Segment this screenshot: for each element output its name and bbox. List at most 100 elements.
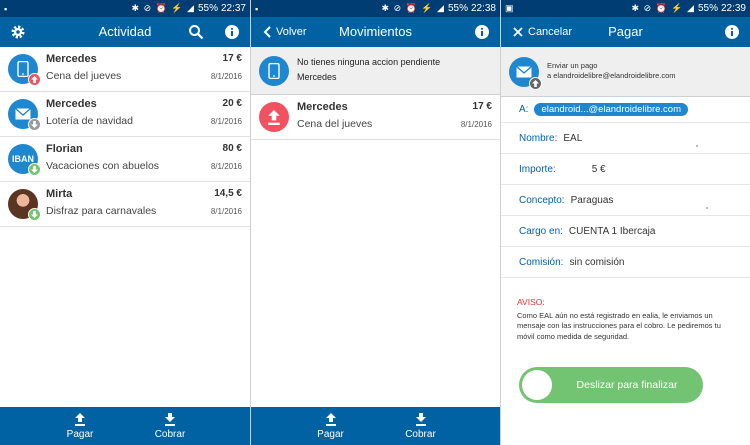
concept: Disfraz para carnavales [46,205,157,217]
notice-title: AVISO: [517,297,545,307]
upload-badge-icon [529,77,542,90]
page-title: Pagar [608,24,643,39]
list-item[interactable]: Mercedes Cena del jueves 17 € 8/1/2016 [0,47,250,92]
app-bar: Cancelar Pagar [501,17,750,47]
concept-field[interactable]: Concepto: Paraguas [501,185,750,216]
app-bar: Volver Movimientos [251,17,500,47]
concept-label: Concepto: [519,194,565,206]
name-value: EAL [563,132,583,144]
date: 8/1/2016 [210,72,242,81]
battery-level: 55% [197,3,218,14]
amount-label: Importe: [519,163,556,175]
amount: 17 € [472,101,492,112]
fee-label: Comisión: [519,256,564,268]
amount: 20 € [222,98,242,109]
concept: Cena del jueves [46,70,122,82]
notification-icon: ▪ [255,3,259,14]
date: 8/1/2016 [210,117,242,126]
concept: Vacaciones con abuelos [46,160,160,172]
status-bar: ▪ ✱ ⊘ ⏰ ⚡ ◢ 55% 22:37 [0,0,250,17]
list-item[interactable]: IBAN Florian Vacaciones con abuelos 80 €… [0,137,250,182]
search-icon[interactable] [188,24,204,40]
contact-name: Mercedes [297,101,348,113]
recipient-chip[interactable]: elandroid...@elandroidelibre.com [534,103,689,116]
pending-contact: Mercedes [297,72,337,82]
collect-button[interactable]: Cobrar [150,407,190,445]
amount: 14,5 € [214,188,242,199]
amount: 17 € [222,53,242,64]
list-item[interactable]: Mirta Disfraz para carnavales 14,5 € 8/1… [0,182,250,227]
date: 8/1/2016 [460,120,492,129]
amount: 80 € [222,143,242,154]
status-icons: ✱ ⊘ ⏰ ⚡ ◢ [381,3,445,13]
payment-recipient: a elandroidelibre@elandroidelibre.com [547,71,676,80]
collect-button[interactable]: Cobrar [401,407,441,445]
download-badge-icon [28,208,41,221]
status-icons: ✱ ⊘ ⏰ ⚡ ◢ [631,3,695,13]
name-field[interactable]: Nombre: EAL [501,123,750,154]
clock: 22:38 [470,3,496,14]
concept-value: Paraguas [570,194,614,206]
notification-icon: ▪ [4,3,8,14]
field-divider [706,207,708,209]
slider-label: Deslizar para finalizar [576,379,678,391]
pay-button[interactable]: Pagar [60,407,100,445]
pay-button[interactable]: Pagar [311,407,351,445]
contact-name: Mercedes [46,98,97,110]
amount-value: 5 € [591,163,606,175]
charge-label: Cargo en: [519,225,563,237]
page-title: Movimientos [339,24,412,39]
info-icon[interactable] [474,24,490,40]
app-bar: Actividad [0,17,250,47]
swipe-to-finish-slider[interactable]: Deslizar para finalizar [519,367,703,403]
upload-badge-icon [28,73,41,86]
info-icon[interactable] [724,24,740,40]
download-badge-icon [28,118,41,131]
list-item[interactable]: Mercedes Lotería de navidad 20 € 8/1/201… [0,92,250,137]
download-badge-icon [28,163,41,176]
info-icon[interactable] [224,24,240,40]
pending-message: No tienes ninguna accion pendiente [297,57,441,67]
screen-pay: ▣ ✱ ⊘ ⏰ ⚡ ◢ 55% 22:39 Cancelar Pagar Env… [500,0,750,445]
charge-value: CUENTA 1 Ibercaja [568,225,656,237]
charge-account-field[interactable]: Cargo en: CUENTA 1 Ibercaja [501,216,750,247]
contact-name: Mirta [46,188,73,200]
bottom-bar: Pagar Cobrar [251,407,500,445]
status-icons: ✱ ⊘ ⏰ ⚡ ◢ [131,3,195,13]
pay-label: Pagar [317,428,344,440]
slider-knob[interactable] [522,370,552,400]
clock: 22:39 [720,3,746,14]
name-label: Nombre: [519,132,558,144]
to-field[interactable]: A: elandroid...@elandroidelibre.com [501,97,750,123]
list-item[interactable]: Mercedes Cena del jueves 17 € 8/1/2016 [251,95,500,140]
notice-text: Como EAL aún no está registrado en ealia… [517,311,721,341]
status-bar: ▣ ✱ ⊘ ⏰ ⚡ ◢ 55% 22:39 [501,0,750,17]
contact-name: Florian [46,143,83,155]
screen-movements: ▪ ✱ ⊘ ⏰ ⚡ ◢ 55% 22:38 Volver Movimientos… [250,0,500,445]
pending-actions-box: No tienes ninguna accion pendiente Merce… [251,47,500,95]
upload-icon [325,412,336,426]
image-notification-icon: ▣ [505,3,514,13]
screen-activity: ▪ ✱ ⊘ ⏰ ⚡ ◢ 55% 22:37 Actividad Mercedes… [0,0,250,445]
battery-level: 55% [447,3,468,14]
collect-label: Cobrar [405,428,436,440]
status-bar: ▪ ✱ ⊘ ⏰ ⚡ ◢ 55% 22:38 [251,0,500,17]
field-divider [696,145,698,147]
payment-title: Enviar un pago [547,61,598,70]
date: 8/1/2016 [210,207,242,216]
download-icon [415,412,426,426]
upload-avatar-icon [259,102,289,132]
concept: Cena del jueves [297,118,373,130]
concept: Lotería de navidad [46,115,133,127]
to-label: A: [519,104,529,115]
collect-label: Cobrar [154,428,186,440]
clock: 22:37 [220,3,246,14]
phone-avatar-icon [259,56,289,86]
amount-field[interactable]: Importe: 5 € [501,154,750,185]
pay-label: Pagar [66,428,94,440]
fee-field: Comisión: sin comisión [501,247,750,278]
upload-icon [75,412,85,426]
fee-value: sin comisión [569,256,625,268]
payment-summary: Enviar un pago a elandroidelibre@elandro… [501,47,750,97]
contact-name: Mercedes [46,53,97,65]
